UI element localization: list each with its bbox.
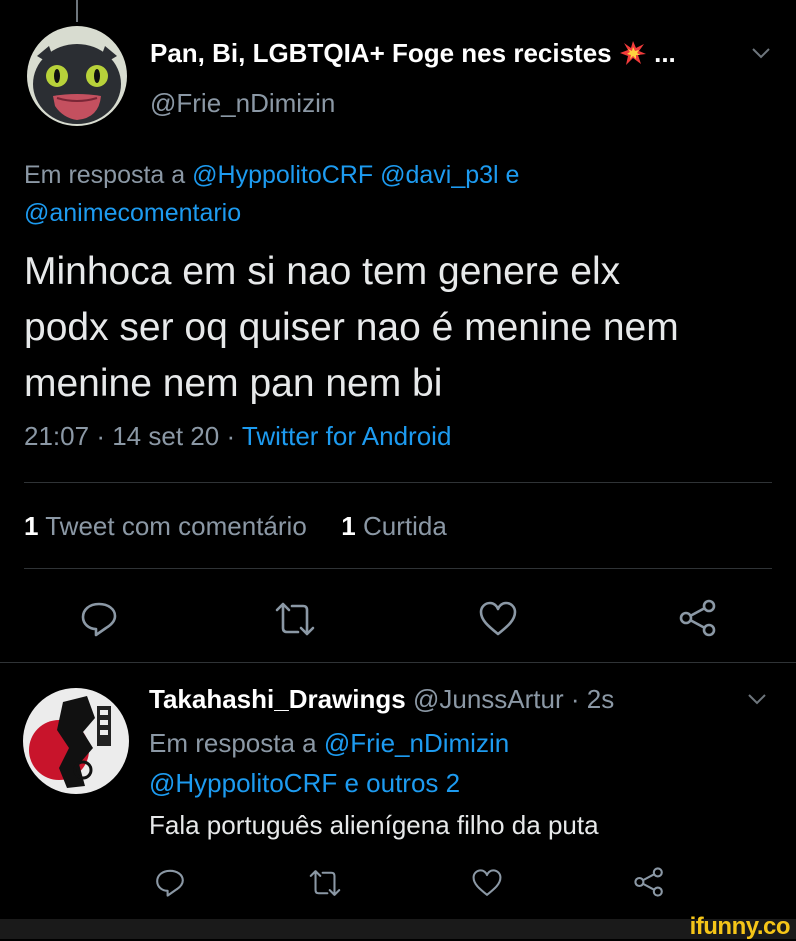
retweet-icon[interactable] bbox=[308, 868, 342, 898]
tweet-text: Minhoca em si nao tem genere elx podx se… bbox=[24, 244, 679, 412]
divider bbox=[24, 482, 772, 483]
mention-others[interactable]: e outros 2 bbox=[344, 768, 460, 798]
avatar-image bbox=[27, 26, 127, 126]
explosion-emoji-icon bbox=[619, 40, 647, 66]
like-count: 1 bbox=[341, 511, 356, 541]
quote-label: Tweet com comentário bbox=[45, 511, 307, 541]
reply-prefix: Em resposta a bbox=[24, 161, 186, 189]
reply-prefix: Em resposta a bbox=[149, 728, 317, 758]
separator: · bbox=[226, 421, 236, 451]
tweet-text-line: menine nem pan nem bi bbox=[24, 362, 443, 405]
reply-conj: e bbox=[505, 161, 520, 189]
divider bbox=[0, 662, 796, 663]
share-icon[interactable] bbox=[677, 598, 719, 638]
tweet-date[interactable]: 14 set 20 bbox=[112, 421, 219, 451]
quote-count: 1 bbox=[24, 511, 39, 541]
reply-context: Em resposta a @Frie_nDimizin @HyppolitoC… bbox=[149, 723, 509, 803]
separator: · bbox=[96, 421, 105, 451]
reply-time[interactable]: 2s bbox=[587, 684, 614, 714]
reply-context: Em resposta a @HyppolitoCRF @davi_p3l e … bbox=[24, 156, 724, 232]
stats-row: 1 Tweet com comentário 1 Curtida bbox=[24, 511, 447, 542]
tweet-text-line: Minhoca em si nao tem genere elx bbox=[24, 250, 621, 293]
mention-davi[interactable]: @davi_p3l bbox=[380, 161, 499, 189]
retweet-icon[interactable] bbox=[274, 600, 316, 638]
reply-header: Takahashi_Drawings @JunssArtur · 2s bbox=[149, 684, 614, 715]
chevron-down-icon[interactable] bbox=[747, 692, 767, 711]
reply-display-name[interactable]: Takahashi_Drawings bbox=[149, 684, 406, 714]
share-icon[interactable] bbox=[632, 866, 666, 898]
avatar[interactable] bbox=[27, 26, 127, 126]
reply-text: Fala português alienígena filho da puta bbox=[149, 810, 599, 840]
reply-handle[interactable]: @JunssArtur bbox=[413, 684, 564, 714]
name-ellipsis: ... bbox=[654, 38, 676, 68]
tweet-time[interactable]: 21:07 bbox=[24, 421, 89, 451]
watermark-logo: ifunny.co bbox=[689, 913, 791, 940]
mention-frie[interactable]: @Frie_nDimizin bbox=[324, 728, 509, 758]
timestamp-row: 21:07 · 14 set 20 · Twitter for Android bbox=[24, 421, 451, 452]
mention-hyppolitocrf[interactable]: @HyppolitoCRF bbox=[149, 768, 337, 798]
handle[interactable]: @Frie_nDimizin bbox=[150, 88, 335, 119]
tweet-source[interactable]: Twitter for Android bbox=[242, 421, 452, 451]
tweet-text-line: podx ser oq quiser nao é menine nem bbox=[24, 306, 679, 349]
divider bbox=[24, 568, 772, 569]
display-name[interactable]: Pan, Bi, LGBTQIA+ Foge nes recistes bbox=[150, 38, 612, 68]
mention-animecomentario[interactable]: @animecomentario bbox=[24, 199, 241, 227]
thread-line bbox=[76, 0, 78, 22]
reply-avatar-image bbox=[23, 688, 129, 794]
mention-hyppolitocrf[interactable]: @HyppolitoCRF bbox=[192, 161, 373, 189]
like-label: Curtida bbox=[362, 511, 447, 541]
like-icon[interactable] bbox=[478, 600, 518, 638]
reply-avatar[interactable] bbox=[23, 688, 129, 794]
likes-stat[interactable]: 1 Curtida bbox=[341, 511, 447, 541]
chevron-down-icon[interactable] bbox=[751, 46, 771, 65]
quote-tweets-stat[interactable]: 1 Tweet com comentário bbox=[24, 511, 314, 541]
separator: · bbox=[570, 684, 580, 714]
reply-icon[interactable] bbox=[79, 598, 119, 638]
reply-icon[interactable] bbox=[154, 866, 186, 898]
display-name-row: Pan, Bi, LGBTQIA+ Foge nes recistes ... bbox=[150, 38, 676, 69]
watermark-bar bbox=[0, 919, 796, 939]
like-icon[interactable] bbox=[471, 868, 503, 898]
